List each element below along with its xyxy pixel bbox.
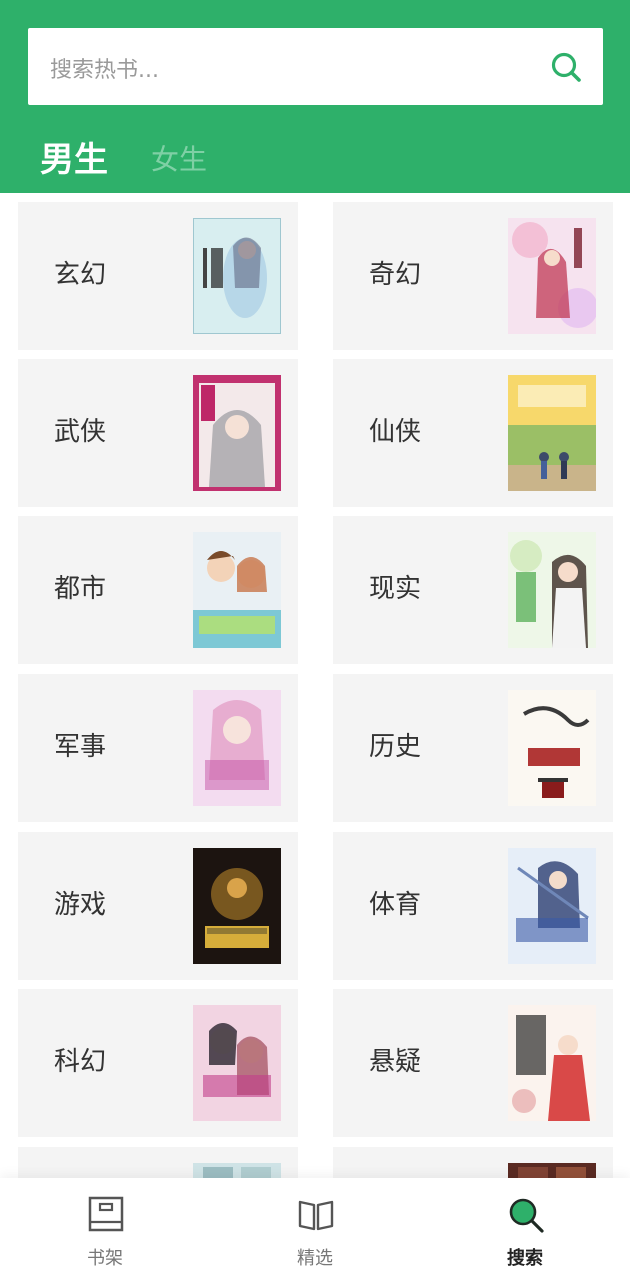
book-cover <box>508 848 596 964</box>
search-icon[interactable] <box>549 50 583 84</box>
category-label: 游戏 <box>54 890 107 920</box>
category-card-more-1[interactable] <box>18 1147 298 1178</box>
book-cover <box>193 848 281 964</box>
book-cover <box>508 218 596 334</box>
book-cover <box>508 1163 596 1178</box>
category-card-kehuan[interactable]: 科幻 <box>18 989 298 1137</box>
category-card-xuanhuan[interactable]: 玄幻 <box>18 202 298 350</box>
category-label: 现实 <box>369 574 422 604</box>
bookshelf-icon <box>87 1196 125 1234</box>
bottom-nav: 书架 精选 搜索 <box>0 1178 630 1280</box>
book-cover <box>193 690 281 806</box>
book-cover <box>193 218 281 334</box>
category-card-qihuan[interactable]: 奇幻 <box>333 202 613 350</box>
category-card-tiyu[interactable]: 体育 <box>333 832 613 980</box>
category-card-more-2[interactable] <box>333 1147 613 1178</box>
category-card-dushi[interactable]: 都市 <box>18 516 298 664</box>
nav-label: 精选 <box>297 1248 333 1269</box>
open-book-icon <box>297 1196 335 1234</box>
tab-female[interactable]: 女生 <box>151 138 207 178</box>
tab-male[interactable]: 男生 <box>40 132 108 181</box>
book-cover <box>193 1163 281 1178</box>
category-label: 玄幻 <box>54 260 107 290</box>
category-label: 都市 <box>54 574 107 604</box>
nav-label: 搜索 <box>507 1248 543 1269</box>
category-label: 仙侠 <box>369 417 422 447</box>
category-label: 悬疑 <box>369 1047 422 1077</box>
category-label: 军事 <box>54 732 107 762</box>
category-card-xianshi[interactable]: 现实 <box>333 516 613 664</box>
category-card-xuanyi[interactable]: 悬疑 <box>333 989 613 1137</box>
nav-label: 书架 <box>87 1248 123 1269</box>
book-cover <box>508 690 596 806</box>
search-input[interactable]: 搜索热书... <box>28 28 603 105</box>
nav-bookshelf[interactable]: 书架 <box>0 1178 210 1280</box>
book-cover <box>193 1005 281 1121</box>
nav-search[interactable]: 搜索 <box>420 1178 630 1280</box>
category-card-junshi[interactable]: 军事 <box>18 674 298 822</box>
category-card-wuxia[interactable]: 武侠 <box>18 359 298 507</box>
book-cover <box>508 375 596 491</box>
search-placeholder: 搜索热书... <box>50 58 159 83</box>
category-card-lishi[interactable]: 历史 <box>333 674 613 822</box>
nav-featured[interactable]: 精选 <box>210 1178 420 1280</box>
category-card-youxi[interactable]: 游戏 <box>18 832 298 980</box>
search-icon <box>507 1196 545 1234</box>
app-root: 搜索热书... 男生 女生 玄幻 奇幻 武侠 仙侠 都市 现实 军事 历史 游戏… <box>0 0 630 1280</box>
book-cover <box>508 1005 596 1121</box>
category-grid: 玄幻 奇幻 武侠 仙侠 都市 现实 军事 历史 游戏 体育 科幻 悬疑 <box>0 193 630 1178</box>
header: 搜索热书... 男生 女生 <box>0 0 630 193</box>
category-card-xianxia[interactable]: 仙侠 <box>333 359 613 507</box>
category-label: 科幻 <box>54 1047 107 1077</box>
category-label: 体育 <box>369 890 422 920</box>
book-cover <box>508 532 596 648</box>
category-label: 武侠 <box>54 417 107 447</box>
category-label: 历史 <box>369 732 422 762</box>
book-cover <box>193 532 281 648</box>
category-label: 奇幻 <box>369 260 422 290</box>
book-cover <box>193 375 281 491</box>
